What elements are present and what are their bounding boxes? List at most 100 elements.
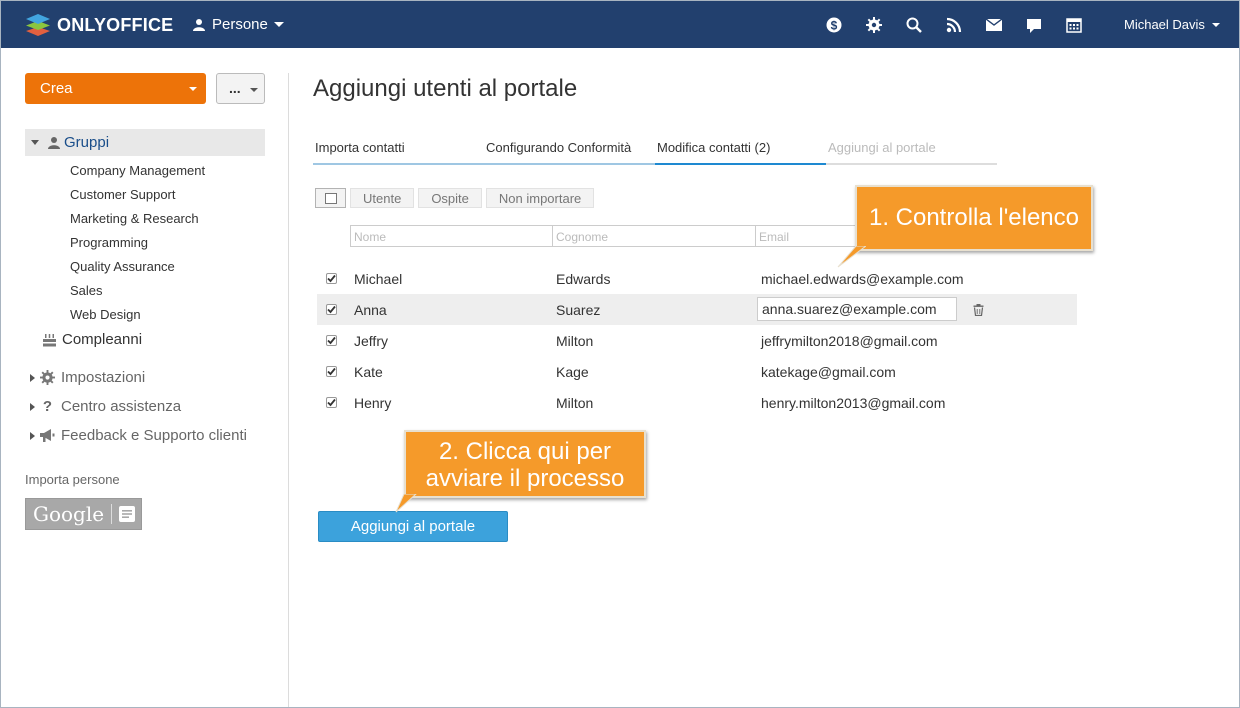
guest-type-button[interactable]: Ospite: [418, 188, 482, 208]
row-checkbox[interactable]: [326, 366, 337, 377]
top-bar: ONLYOFFICE Persone $ Michael Davis: [0, 0, 1240, 48]
callout-start-process: 2. Clicca qui per avviare il processo: [404, 430, 646, 498]
callout-text: 2. Clicca qui per: [438, 438, 612, 465]
chevron-down-icon: [250, 88, 258, 92]
person-icon: [193, 18, 205, 31]
module-switcher[interactable]: Persone: [192, 16, 284, 33]
feedback-label: Feedback e Supporto clienti: [61, 427, 247, 444]
person-icon: [48, 136, 60, 149]
create-button[interactable]: Crea: [25, 73, 206, 104]
import-people-label: Importa persone: [25, 472, 120, 487]
expand-triangle-icon: [30, 373, 35, 382]
select-all-checkbox[interactable]: [315, 188, 346, 208]
google-label: Google: [33, 502, 105, 526]
expand-triangle-icon: [30, 431, 35, 440]
chat-button[interactable]: [1024, 15, 1044, 35]
sidebar-item-feedback[interactable]: Feedback e Supporto clienti: [30, 427, 247, 444]
first-name-cell: Michael: [354, 270, 403, 287]
callout-text: avviare il processo: [425, 465, 625, 492]
callout-pointer: [395, 494, 417, 513]
calendar-button[interactable]: [1064, 15, 1084, 35]
last-name-cell: Milton: [556, 394, 594, 411]
callout-text: 1. Controlla l'elenco: [868, 204, 1080, 231]
sidebar-group-item[interactable]: Quality Assurance: [70, 258, 205, 282]
sidebar-group-item[interactable]: Marketing & Research: [70, 210, 205, 234]
first-name-cell: Kate: [354, 363, 383, 380]
sidebar-item-birthdays[interactable]: Compleanni: [43, 331, 142, 348]
sidebar-group-item[interactable]: Web Design: [70, 306, 205, 330]
last-name-cell: Suarez: [556, 301, 601, 318]
calendar-icon: [1066, 18, 1082, 33]
last-name-cell: Milton: [556, 332, 594, 349]
step-import-contacts: Importa contatti: [313, 140, 484, 165]
cake-icon: [43, 333, 56, 346]
top-icons: $: [824, 15, 1104, 35]
create-label: Crea: [40, 80, 73, 97]
sidebar-divider: [288, 73, 289, 708]
dollar-icon: $: [826, 17, 842, 33]
mail-icon: [986, 19, 1002, 31]
sidebar-group-item[interactable]: Sales: [70, 282, 205, 306]
payments-button[interactable]: $: [824, 15, 844, 35]
row-checkbox[interactable]: [326, 335, 337, 346]
search-icon: [906, 17, 922, 33]
skip-import-button[interactable]: Non importare: [485, 188, 595, 208]
gear-icon: [866, 17, 882, 33]
sidebar-group-item[interactable]: Programming: [70, 234, 205, 258]
groups-label: Gruppi: [64, 134, 110, 151]
email-cell: michael.edwards@example.com: [761, 270, 964, 287]
google-import-button[interactable]: Google: [25, 498, 142, 530]
wizard-steps: Importa contatti Configurando Conformità…: [313, 140, 997, 165]
svg-text:$: $: [831, 19, 838, 33]
user-type-button[interactable]: Utente: [350, 188, 415, 208]
check-icon: [327, 398, 336, 407]
sidebar-item-groups[interactable]: Gruppi: [25, 129, 265, 156]
row-checkbox[interactable]: [326, 397, 337, 408]
first-name-cell: Jeffry: [354, 332, 388, 349]
checkbox-square: [324, 192, 337, 204]
logo-icon: [26, 14, 50, 36]
sidebar-group-item[interactable]: Customer Support: [70, 186, 205, 210]
more-actions-button[interactable]: ...: [216, 73, 265, 104]
first-name-cell: Anna: [354, 301, 387, 318]
step-configure-mapping: Configurando Conformità: [484, 140, 655, 165]
add-to-portal-button[interactable]: Aggiungi al portale: [318, 511, 508, 542]
help-label: Centro assistenza: [61, 398, 182, 415]
settings-button[interactable]: [864, 15, 884, 35]
chevron-down-icon: [189, 87, 197, 91]
page-title: Aggiungi utenti al portale: [313, 75, 578, 102]
check-icon: [327, 274, 336, 283]
delete-row-button[interactable]: [973, 303, 984, 319]
trash-icon: [973, 304, 984, 317]
feed-button[interactable]: [944, 15, 964, 35]
search-button[interactable]: [904, 15, 924, 35]
check-icon: [327, 336, 336, 345]
module-label: Persone: [212, 16, 268, 33]
user-menu[interactable]: Michael Davis: [1124, 17, 1220, 32]
callout-check-list: 1. Controlla l'elenco: [855, 185, 1093, 251]
table-row[interactable]: Henry Milton henry.milton2013@gmail.com: [317, 387, 1077, 418]
first-name-filter[interactable]: Nome: [350, 225, 553, 247]
more-label: ...: [229, 80, 241, 96]
row-checkbox[interactable]: [326, 304, 337, 315]
last-name-filter[interactable]: Cognome: [553, 225, 756, 247]
step-add-to-portal: Aggiungi al portale: [826, 140, 997, 165]
settings-label: Impostazioni: [61, 369, 146, 386]
feed-icon: [946, 17, 962, 33]
sidebar-group-item[interactable]: Company Management: [70, 162, 205, 186]
row-checkbox[interactable]: [326, 273, 337, 284]
sidebar-item-help[interactable]: ? Centro assistenza: [30, 398, 181, 415]
step-edit-contacts: Modifica contatti (2): [655, 140, 826, 165]
logo[interactable]: ONLYOFFICE: [25, 12, 173, 38]
email-input[interactable]: [757, 297, 957, 321]
table-row[interactable]: Jeffry Milton jeffrymilton2018@gmail.com: [317, 325, 1077, 356]
mail-button[interactable]: [984, 15, 1004, 35]
table-row[interactable]: Kate Kage katekage@gmail.com: [317, 356, 1077, 387]
group-list: Company Management Customer Support Mark…: [70, 162, 205, 330]
check-icon: [327, 367, 336, 376]
sidebar-item-settings[interactable]: Impostazioni: [30, 369, 145, 386]
check-icon: [327, 305, 336, 314]
contacts-toolbar: Utente Ospite Non importare: [315, 188, 598, 208]
table-row[interactable]: Anna Suarez: [317, 294, 1077, 325]
table-row[interactable]: Michael Edwards michael.edwards@example.…: [317, 263, 1077, 294]
